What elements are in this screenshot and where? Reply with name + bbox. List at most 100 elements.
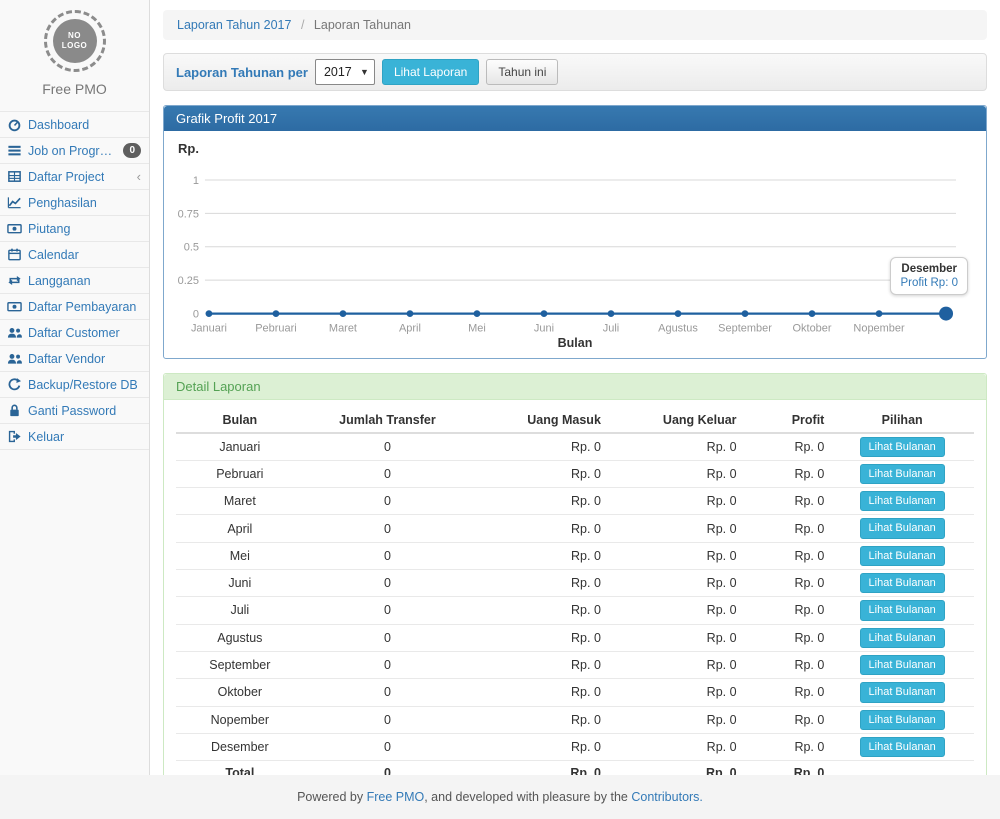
brand-title: Free PMO: [0, 81, 149, 97]
table-row-oktober: Oktober0Rp. 0Rp. 0Rp. 0Lihat Bulanan: [176, 679, 974, 706]
footer: Powered by Free PMO, and developed with …: [0, 775, 1000, 819]
chart-point-pebruari[interactable]: [273, 310, 280, 317]
cell-pilihan: Lihat Bulanan: [830, 597, 974, 624]
cell-uang-masuk: Rp. 0: [471, 515, 607, 542]
chart-point-januari[interactable]: [206, 310, 213, 317]
cell-profit: Rp. 0: [743, 706, 831, 733]
cell-profit: Rp. 0: [743, 733, 831, 760]
no-logo-badge: NO LOGO: [53, 19, 97, 63]
cell-uang-keluar: Rp. 0: [607, 460, 743, 487]
chart-point-oktober[interactable]: [809, 310, 816, 317]
cell-uang-keluar: Rp. 0: [607, 488, 743, 515]
sidebar-item-calendar[interactable]: Calendar: [0, 242, 149, 268]
y-tick-label: 0.75: [178, 208, 199, 220]
chart-panel: Grafik Profit 2017 Rp. 00.250.50.751Janu…: [163, 105, 987, 359]
lihat-bulanan-button-april[interactable]: Lihat Bulanan: [860, 518, 945, 538]
cell-profit: Rp. 0: [743, 433, 831, 461]
chart-point-mei[interactable]: [474, 310, 481, 317]
cell-pilihan: Lihat Bulanan: [830, 651, 974, 678]
lihat-laporan-button[interactable]: Lihat Laporan: [382, 59, 479, 85]
free-pmo-link[interactable]: Free PMO: [367, 790, 425, 804]
sidebar-item-daftar-project[interactable]: Daftar Project‹: [0, 164, 149, 190]
chart-point-desember[interactable]: [939, 307, 953, 321]
cell-bulan: Desember: [176, 733, 304, 760]
cell-pilihan: Lihat Bulanan: [830, 679, 974, 706]
table-row-nopember: Nopember0Rp. 0Rp. 0Rp. 0Lihat Bulanan: [176, 706, 974, 733]
caret-down-icon: ▼: [360, 67, 369, 77]
cell-profit: Rp. 0: [743, 570, 831, 597]
lihat-bulanan-button-oktober[interactable]: Lihat Bulanan: [860, 682, 945, 702]
cell-pilihan: Lihat Bulanan: [830, 570, 974, 597]
sidebar-item-langganan[interactable]: Langganan: [0, 268, 149, 294]
table-row-juni: Juni0Rp. 0Rp. 0Rp. 0Lihat Bulanan: [176, 570, 974, 597]
table-row-juli: Juli0Rp. 0Rp. 0Rp. 0Lihat Bulanan: [176, 597, 974, 624]
chart-point-juni[interactable]: [541, 310, 548, 317]
sidebar-item-daftar-customer[interactable]: Daftar Customer: [0, 320, 149, 346]
detail-panel-body: BulanJumlah TransferUang MasukUang Kelua…: [164, 400, 986, 795]
cell-bulan: Juni: [176, 570, 304, 597]
lihat-bulanan-button-maret[interactable]: Lihat Bulanan: [860, 491, 945, 511]
sidebar-item-keluar[interactable]: Keluar: [0, 424, 149, 450]
cell-jumlah-transfer: 0: [304, 679, 472, 706]
cell-pilihan: Lihat Bulanan: [830, 706, 974, 733]
lihat-bulanan-button-januari[interactable]: Lihat Bulanan: [860, 437, 945, 457]
lihat-bulanan-button-nopember[interactable]: Lihat Bulanan: [860, 710, 945, 730]
cell-uang-masuk: Rp. 0: [471, 433, 607, 461]
sidebar: NO LOGO Free PMO DashboardJob on Progres…: [0, 0, 150, 775]
lihat-bulanan-button-juni[interactable]: Lihat Bulanan: [860, 573, 945, 593]
x-tick-label: Januari: [191, 323, 227, 335]
chart-point-maret[interactable]: [340, 310, 347, 317]
cell-uang-masuk: Rp. 0: [471, 542, 607, 569]
count-badge: 0: [123, 143, 141, 158]
money-icon: [7, 221, 22, 236]
year-select[interactable]: 2017 ▼: [315, 59, 375, 85]
chart-point-juli[interactable]: [608, 310, 615, 317]
chart-point-april[interactable]: [407, 310, 414, 317]
breadcrumb-link[interactable]: Laporan Tahun 2017: [177, 18, 291, 32]
cell-pilihan: Lihat Bulanan: [830, 624, 974, 651]
breadcrumb-current: Laporan Tahunan: [314, 18, 411, 32]
lihat-bulanan-button-september[interactable]: Lihat Bulanan: [860, 655, 945, 675]
lihat-bulanan-button-desember[interactable]: Lihat Bulanan: [860, 737, 945, 757]
chart-point-nopember[interactable]: [876, 310, 883, 317]
cell-jumlah-transfer: 0: [304, 706, 472, 733]
sidebar-item-daftar-vendor[interactable]: Daftar Vendor: [0, 346, 149, 372]
sidebar-item-ganti-password[interactable]: Ganti Password: [0, 398, 149, 424]
x-tick-label: Maret: [329, 323, 357, 335]
lihat-bulanan-button-mei[interactable]: Lihat Bulanan: [860, 546, 945, 566]
tahun-ini-button[interactable]: Tahun ini: [486, 59, 558, 85]
sidebar-item-dashboard[interactable]: Dashboard: [0, 112, 149, 138]
retweet-icon: [7, 273, 22, 288]
report-table: BulanJumlah TransferUang MasukUang Kelua…: [176, 408, 974, 785]
cell-profit: Rp. 0: [743, 679, 831, 706]
sidebar-item-penghasilan[interactable]: Penghasilan: [0, 190, 149, 216]
column-header-pilihan: Pilihan: [830, 408, 974, 433]
sidebar-item-backup-restore-db[interactable]: Backup/Restore DB: [0, 372, 149, 398]
cell-uang-keluar: Rp. 0: [607, 570, 743, 597]
filter-bar: Laporan Tahunan per 2017 ▼ Lihat Laporan…: [163, 53, 987, 91]
contributors-link[interactable]: Contributors.: [631, 790, 703, 804]
column-header-uang-masuk: Uang Masuk: [471, 408, 607, 433]
sidebar-item-daftar-pembayaran[interactable]: Daftar Pembayaran: [0, 294, 149, 320]
dashboard-icon: [7, 117, 22, 132]
detail-panel-title: Detail Laporan: [164, 374, 986, 400]
lihat-bulanan-button-agustus[interactable]: Lihat Bulanan: [860, 628, 945, 648]
cell-jumlah-transfer: 0: [304, 460, 472, 487]
chart-point-september[interactable]: [742, 310, 749, 317]
sidebar-item-job-on-progress[interactable]: Job on Progress0: [0, 138, 149, 164]
chart-tooltip-title: Desember: [900, 263, 958, 275]
column-header-jumlah-transfer: Jumlah Transfer: [304, 408, 472, 433]
cell-jumlah-transfer: 0: [304, 488, 472, 515]
lock-icon: [7, 403, 22, 418]
sidebar-item-piutang[interactable]: Piutang: [0, 216, 149, 242]
cell-bulan: April: [176, 515, 304, 542]
lihat-bulanan-button-pebruari[interactable]: Lihat Bulanan: [860, 464, 945, 484]
cell-bulan: September: [176, 651, 304, 678]
x-tick-label: Agustus: [658, 323, 698, 335]
chart-point-agustus[interactable]: [675, 310, 682, 317]
cell-pilihan: Lihat Bulanan: [830, 515, 974, 542]
column-header-uang-keluar: Uang Keluar: [607, 408, 743, 433]
cell-profit: Rp. 0: [743, 651, 831, 678]
chart-y-axis-label: Rp.: [178, 141, 974, 158]
lihat-bulanan-button-juli[interactable]: Lihat Bulanan: [860, 600, 945, 620]
